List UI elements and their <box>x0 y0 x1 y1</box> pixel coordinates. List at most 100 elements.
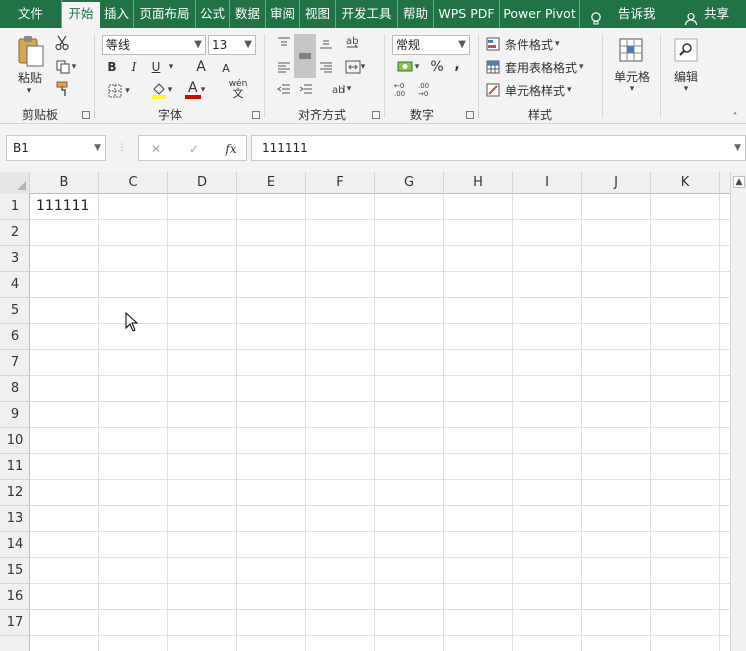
tab-insert[interactable]: 插入 <box>100 0 134 28</box>
format-as-table-button[interactable]: 套用表格格式 ▾ <box>486 57 592 77</box>
column-header-i[interactable]: I <box>513 172 582 194</box>
align-top-icon[interactable] <box>274 34 294 52</box>
insert-function-icon[interactable]: fx <box>221 140 241 158</box>
accounting-format-icon[interactable]: ▾ <box>392 58 424 76</box>
increase-indent-icon[interactable] <box>296 80 316 98</box>
increase-decimal-icon[interactable]: ←0.00 <box>392 80 414 98</box>
cells-label[interactable]: 单元格 <box>610 68 654 84</box>
align-right-icon[interactable] <box>316 58 336 76</box>
column-header-k[interactable]: K <box>651 172 720 194</box>
conditional-formatting-button[interactable]: 条件格式 ▾ <box>486 34 570 54</box>
column-header-d[interactable]: D <box>168 172 237 194</box>
font-size-select[interactable]: 13 ▼ <box>208 35 256 55</box>
fill-color-icon[interactable]: ▾ <box>146 80 176 100</box>
clipboard-launcher-icon[interactable] <box>82 111 90 119</box>
font-color-button[interactable]: A ▾ <box>180 80 210 100</box>
grow-font-button[interactable]: A <box>192 58 210 76</box>
share-button[interactable]: 共享 <box>684 0 729 28</box>
align-middle-icon[interactable] <box>294 34 316 78</box>
orientation-icon[interactable]: ab <box>342 32 362 52</box>
italic-button[interactable]: I <box>126 58 142 76</box>
number-format-select[interactable]: 常规 ▼ <box>392 35 470 55</box>
tab-review[interactable]: 审阅 <box>266 0 300 28</box>
decrease-decimal-icon[interactable]: .00 →0 <box>416 80 438 98</box>
column-header-f[interactable]: F <box>306 172 375 194</box>
scroll-up-icon[interactable]: ▲ <box>733 176 745 188</box>
row-header-5[interactable]: 5 <box>0 298 30 324</box>
row-header-15[interactable]: 15 <box>0 558 30 584</box>
phonetic-button[interactable]: wén 文 <box>222 78 254 100</box>
row-header-7[interactable]: 7 <box>0 350 30 376</box>
row-header-1[interactable]: 1 <box>0 194 30 220</box>
align-bottom-icon[interactable] <box>316 34 336 52</box>
row-header-9[interactable]: 9 <box>0 402 30 428</box>
column-header-j[interactable]: J <box>582 172 651 194</box>
column-header-c[interactable]: C <box>99 172 168 194</box>
row-header-14[interactable]: 14 <box>0 532 30 558</box>
select-all-corner[interactable] <box>0 172 30 194</box>
cells-dropdown-icon[interactable]: ▾ <box>626 84 638 94</box>
cell-styles-button[interactable]: 单元格样式 ▾ <box>486 80 582 100</box>
format-painter-icon[interactable] <box>54 80 72 98</box>
paste-label[interactable]: 粘贴 <box>10 70 50 85</box>
tab-view[interactable]: 视图 <box>300 0 336 28</box>
row-header-17[interactable]: 17 <box>0 610 30 636</box>
underline-button[interactable]: U <box>148 58 164 76</box>
formula-input[interactable]: 111111 ▼ <box>251 135 746 161</box>
paste-dropdown-icon[interactable]: ▾ <box>22 86 36 96</box>
row-header-11[interactable]: 11 <box>0 454 30 480</box>
cell-b1[interactable]: 111111 <box>36 198 89 214</box>
tab-help[interactable]: 帮助 <box>398 0 434 28</box>
column-header-h[interactable]: H <box>444 172 513 194</box>
tab-formulas[interactable]: 公式 <box>196 0 230 28</box>
wrap-text-icon[interactable]: ab ▾ <box>326 80 356 98</box>
vertical-scrollbar[interactable]: ▲ <box>730 172 746 651</box>
align-left-icon[interactable] <box>274 58 294 76</box>
drag-handle-icon[interactable]: ⋮ <box>118 140 127 156</box>
bold-button[interactable]: B <box>104 58 120 76</box>
shrink-font-button[interactable]: A <box>218 59 234 77</box>
row-header-2[interactable]: 2 <box>0 220 30 246</box>
comma-style-button[interactable]: , <box>450 56 464 74</box>
merge-center-icon[interactable]: ▾ <box>340 58 370 76</box>
enter-icon[interactable]: ✓ <box>185 140 203 158</box>
borders-icon[interactable]: ▾ <box>104 82 134 100</box>
tab-page-layout[interactable]: 页面布局 <box>134 0 196 28</box>
row-header-6[interactable]: 6 <box>0 324 30 350</box>
worksheet-grid[interactable]: B C D E F G H I J K 1 2 3 4 5 6 7 8 9 10… <box>0 172 746 651</box>
collapse-ribbon-icon[interactable]: ˄ <box>728 112 742 123</box>
font-launcher-icon[interactable] <box>252 111 260 119</box>
row-header-4[interactable]: 4 <box>0 272 30 298</box>
tab-developer[interactable]: 开发工具 <box>336 0 398 28</box>
number-launcher-icon[interactable] <box>466 111 474 119</box>
tab-data[interactable]: 数据 <box>230 0 266 28</box>
row-header-12[interactable]: 12 <box>0 480 30 506</box>
tell-me-box[interactable]: 告诉我 <box>590 0 656 28</box>
search-icon[interactable] <box>670 34 702 66</box>
editing-dropdown-icon[interactable]: ▾ <box>680 84 692 94</box>
row-header-8[interactable]: 8 <box>0 376 30 402</box>
underline-dropdown-icon[interactable]: ▾ <box>166 59 176 75</box>
column-header-b[interactable]: B <box>30 172 99 194</box>
paste-icon[interactable] <box>12 34 48 68</box>
alignment-launcher-icon[interactable] <box>372 111 380 119</box>
name-box[interactable]: B1 ▼ <box>6 135 106 161</box>
editing-label[interactable]: 编辑 <box>668 68 704 84</box>
cut-icon[interactable] <box>54 34 70 52</box>
tab-file[interactable]: 文件 <box>0 0 62 28</box>
row-header-16[interactable]: 16 <box>0 584 30 610</box>
tab-home[interactable]: 开始 <box>62 2 100 28</box>
cells-icon[interactable] <box>614 34 648 66</box>
row-header-3[interactable]: 3 <box>0 246 30 272</box>
tab-wps-pdf[interactable]: WPS PDF <box>434 0 500 28</box>
decrease-indent-icon[interactable] <box>274 80 294 98</box>
column-header-e[interactable]: E <box>237 172 306 194</box>
cancel-icon[interactable]: ✕ <box>147 140 165 158</box>
row-header-10[interactable]: 10 <box>0 428 30 454</box>
percent-style-button[interactable]: % <box>428 58 446 76</box>
row-header-13[interactable]: 13 <box>0 506 30 532</box>
tab-power-pivot[interactable]: Power Pivot <box>500 0 580 28</box>
font-name-select[interactable]: 等线 ▼ <box>102 35 206 55</box>
column-header-g[interactable]: G <box>375 172 444 194</box>
copy-icon[interactable]: ▾ <box>52 58 80 76</box>
